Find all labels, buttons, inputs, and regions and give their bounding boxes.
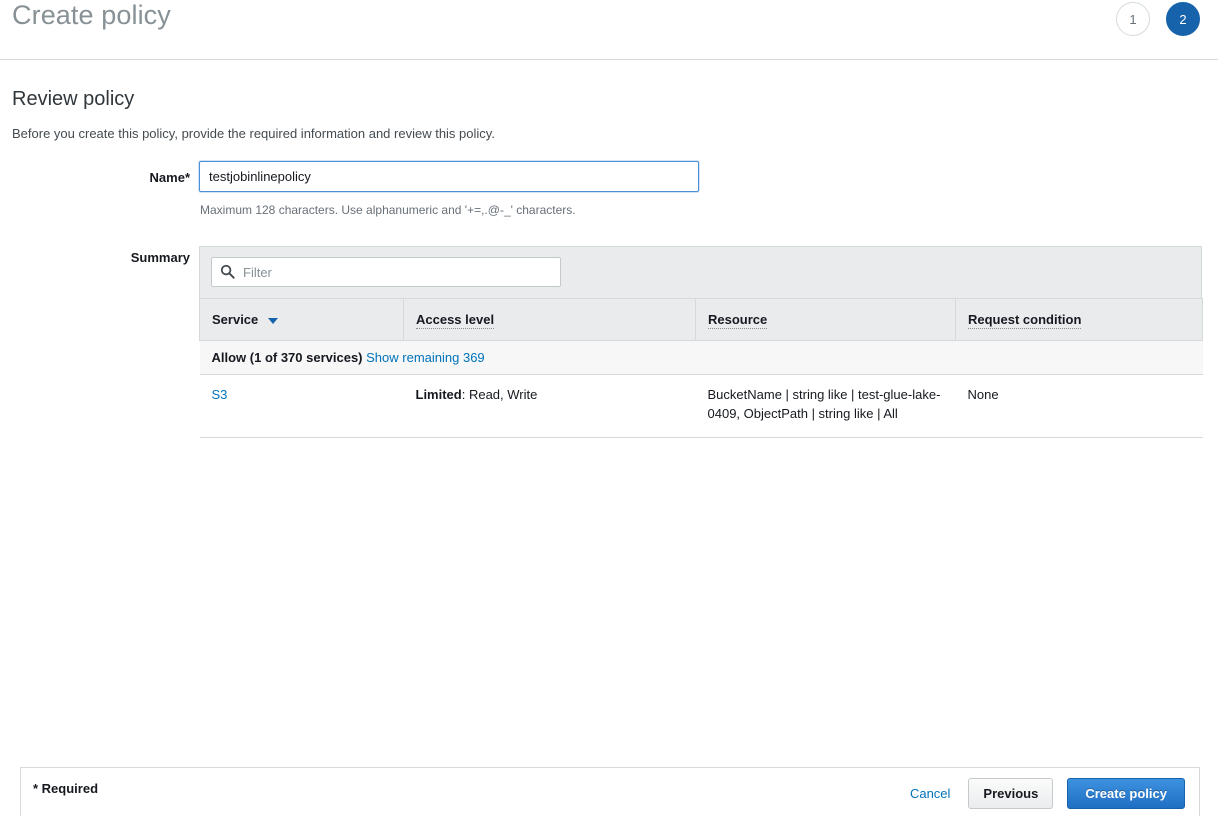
section-title: Review policy (12, 88, 135, 110)
page-header: Create policy 1 2 (0, 0, 1218, 60)
wizard-step-1-label: 1 (1129, 11, 1137, 27)
group-effect-text: Allow (1 of 370 services) (211, 350, 363, 365)
summary-filter-input[interactable] (211, 257, 561, 287)
wizard-step-2-label: 2 (1179, 11, 1187, 27)
access-level-prefix: Limited (415, 387, 462, 402)
summary-label: Summary (130, 250, 190, 265)
policy-name-input[interactable] (199, 161, 699, 192)
cell-resource: BucketName | string like | test-glue-lak… (695, 374, 956, 438)
section-description: Before you create this policy, provide t… (12, 126, 495, 141)
create-policy-page: Create policy 1 2 Review policy Before y… (0, 0, 1218, 816)
service-link-s3[interactable]: S3 (212, 387, 228, 402)
summary-table: Service Access level Resource Request co… (199, 298, 1203, 438)
access-level-value: : Read, Write (461, 387, 538, 402)
footer-bar: * Required Cancel Previous Create policy (20, 767, 1200, 816)
column-header-service[interactable]: Service (199, 298, 404, 341)
column-header-access-level-label: Access level (416, 312, 495, 329)
sort-descending-icon (267, 317, 278, 324)
page-title: Create policy (12, 0, 171, 30)
wizard-step-2[interactable]: 2 (1166, 2, 1200, 36)
column-header-request-condition[interactable]: Request condition (955, 298, 1203, 341)
cell-request-condition: None (955, 374, 1203, 438)
name-label: Name* (149, 170, 190, 185)
wizard-steps: 1 2 (1116, 2, 1200, 36)
summary-panel: Service Access level Resource Request co… (199, 246, 1203, 438)
group-row-cell: Allow (1 of 370 services) Show remaining… (199, 340, 1203, 375)
filter-bar (199, 246, 1202, 298)
column-header-resource-label: Resource (708, 312, 768, 329)
summary-table-header-row: Service Access level Resource Request co… (199, 298, 1203, 341)
cell-access-level: Limited: Read, Write (403, 374, 696, 438)
footer-actions: Cancel Previous Create policy (906, 778, 1185, 809)
cancel-link[interactable]: Cancel (906, 786, 954, 801)
column-header-access-level[interactable]: Access level (403, 298, 696, 341)
name-hint-text: Maximum 128 characters. Use alphanumeric… (200, 203, 576, 217)
column-header-request-condition-label: Request condition (968, 312, 1082, 329)
create-policy-button[interactable]: Create policy (1067, 778, 1185, 809)
wizard-step-1[interactable]: 1 (1116, 2, 1150, 36)
column-header-resource[interactable]: Resource (695, 298, 956, 341)
cell-service: S3 (199, 374, 404, 438)
filter-wrapper (211, 257, 561, 287)
previous-button[interactable]: Previous (968, 778, 1054, 809)
column-header-service-label: Service (212, 312, 259, 327)
table-row: S3 Limited: Read, Write BucketName | str… (199, 374, 1203, 438)
required-note: * Required (33, 781, 99, 796)
summary-group-row: Allow (1 of 370 services) Show remaining… (199, 340, 1203, 375)
show-remaining-services-link[interactable]: Show remaining 369 (366, 350, 485, 365)
